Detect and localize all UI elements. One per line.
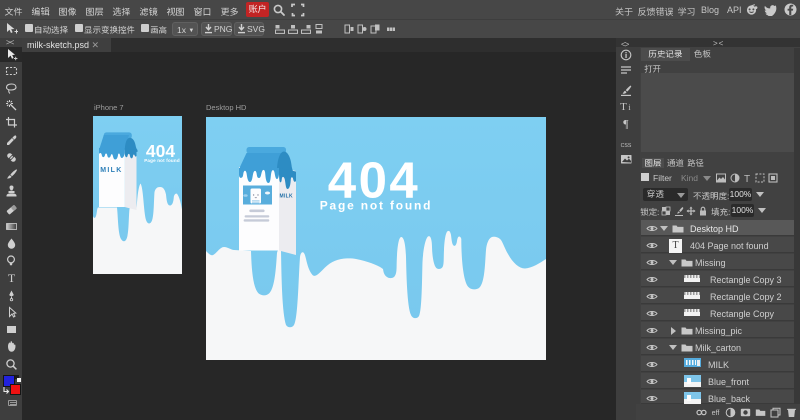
svg-text:T: T: [744, 174, 750, 183]
svg-text:¶: ¶: [623, 117, 629, 129]
svg-text:Page not found: Page not found: [320, 199, 433, 213]
svg-text:MILK: MILK: [100, 167, 122, 174]
svg-text:eff: eff: [712, 410, 720, 417]
svg-text:MILK: MILK: [280, 194, 294, 200]
svg-text:CSS: CSS: [621, 143, 632, 149]
svg-text:T: T: [620, 101, 627, 112]
svg-text:T: T: [7, 271, 15, 284]
svg-text:i: i: [628, 103, 631, 112]
svg-text:Page not found: Page not found: [144, 158, 180, 163]
